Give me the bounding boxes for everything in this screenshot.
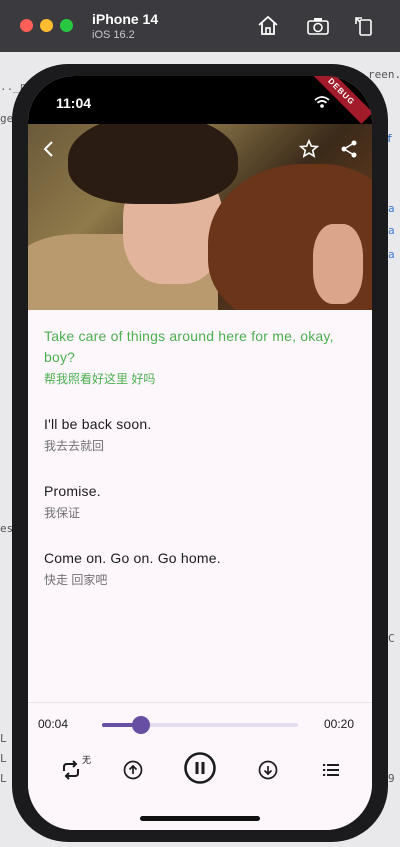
wifi-icon: [314, 96, 330, 108]
subtitle-chinese: 我保证: [44, 506, 81, 520]
status-bar: 11:04 DEBUG: [28, 76, 372, 124]
next-icon[interactable]: [255, 757, 281, 783]
minimize-window-button[interactable]: [40, 19, 53, 32]
status-time: 11:04: [56, 95, 92, 111]
subtitle-chinese: 帮我照看好这里 好吗: [44, 372, 156, 386]
simulator-window: iPhone 14 iOS 16.2 .._p ge reen.d f a a …: [0, 0, 400, 847]
subtitle-item[interactable]: Promise. 我保证: [44, 481, 360, 522]
duration-time: 00:20: [323, 717, 354, 731]
video-frame-image: [28, 124, 372, 310]
pause-icon[interactable]: [183, 751, 217, 785]
phone-frame: 11:04 DEBUG Take care of things around h…: [12, 64, 388, 842]
subtitle-item[interactable]: Come on. Go on. Go home. 快走 回家吧: [44, 548, 360, 589]
subtitle-item[interactable]: I'll be back soon. 我去去就回: [44, 414, 360, 455]
home-indicator[interactable]: [140, 816, 260, 821]
subtitle-chinese: 我去去就回: [44, 439, 105, 453]
phone-screen: 11:04 DEBUG Take care of things around h…: [28, 76, 372, 830]
rotate-icon[interactable]: [352, 14, 376, 38]
subtitle-english: Come on. Go on. Go home.: [44, 550, 221, 566]
list-icon[interactable]: [318, 757, 344, 783]
simulator-titlebar: iPhone 14 iOS 16.2: [0, 0, 400, 52]
os-version: iOS 16.2: [92, 29, 135, 41]
subtitle-chinese: 快走 回家吧: [44, 573, 108, 587]
audio-player: 00:04 00:20 无: [28, 703, 372, 830]
zoom-window-button[interactable]: [60, 19, 73, 32]
loop-icon[interactable]: [58, 757, 84, 783]
slider-thumb[interactable]: [132, 716, 151, 734]
subtitle-english: I'll be back soon.: [44, 416, 152, 432]
screenshot-icon[interactable]: [306, 14, 330, 38]
subtitle-english: Take care of things around here for me, …: [44, 328, 334, 365]
share-icon[interactable]: [336, 136, 362, 162]
previous-icon[interactable]: [120, 757, 146, 783]
loop-mode-label: 无: [82, 755, 92, 765]
device-name: iPhone 14: [92, 11, 159, 27]
star-icon[interactable]: [296, 136, 322, 162]
subtitle-list[interactable]: Take care of things around here for me, …: [28, 310, 372, 702]
close-window-button[interactable]: [20, 19, 33, 32]
current-time: 00:04: [38, 717, 69, 731]
subtitle-english: Promise.: [44, 483, 101, 499]
subtitle-item[interactable]: Take care of things around here for me, …: [44, 326, 360, 388]
back-icon[interactable]: [36, 136, 62, 162]
progress-slider[interactable]: [102, 716, 298, 734]
home-icon[interactable]: [256, 14, 280, 38]
